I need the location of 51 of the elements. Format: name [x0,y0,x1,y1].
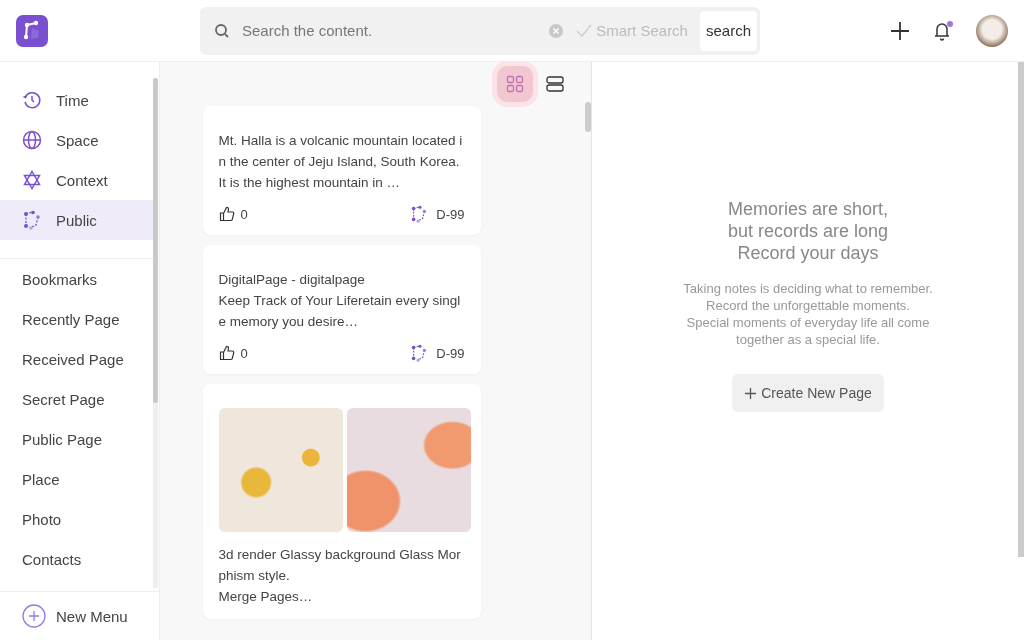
sidebar-item[interactable]: Public [0,200,153,240]
page-card[interactable]: DigitalPage - digitalpage Keep Track of Your Liferetain every single memory you desire… 0 D-99 [202,245,481,374]
thumbs-up-icon [218,345,235,361]
sidebar-item[interactable]: Secret Page [0,379,153,419]
search-input[interactable]: Search the content. [240,21,549,40]
sidebar-item[interactable]: Place [0,459,153,499]
search-icon [214,22,230,39]
check-icon [576,22,593,39]
d-day-label: D-99 [436,206,465,222]
network-icon [410,344,429,362]
search-button[interactable]: search [699,10,757,51]
grid-icon [506,75,524,93]
card-text: Merge Pages… [218,588,314,606]
like-button[interactable]: 0 [218,206,248,222]
network-icon [22,210,42,230]
scrollbar-thumb[interactable] [1018,62,1024,557]
scrollbar-thumb[interactable] [153,78,158,403]
d-day-label: D-99 [436,345,465,361]
sidebar-item[interactable]: Photo [0,499,153,539]
page-card[interactable]: Mt. Halla is a volcanic mountain located in the center of Jeju Island, South Korea. It is the highest mountain in … 0 D-99 [202,106,481,235]
card-text: DigitalPage - digitalpage [218,271,366,289]
network-icon [410,205,429,223]
empty-headline: Memories are short, but records are long Record your days [727,198,889,264]
sidebar-item[interactable]: Bookmarks [0,259,153,299]
create-page-button[interactable]: Create New Page [732,374,884,412]
avatar[interactable] [976,14,1008,47]
page-card[interactable]: 3d render Glassy background Glass Morphism style. Merge Pages… [202,384,481,619]
sidebar-item[interactable]: Public Page [0,419,153,459]
add-icon[interactable] [890,20,910,41]
thumbs-up-icon [218,206,235,222]
sidebar-item[interactable]: Space [0,120,153,160]
bell-icon[interactable] [932,19,954,42]
star-shape-icon [22,170,42,190]
globe-icon [22,130,42,150]
like-button[interactable]: 0 [218,345,248,361]
new-menu-button[interactable]: New Menu [22,604,128,628]
plus-icon [744,386,758,400]
sidebar-item[interactable]: Recently Page [0,299,153,339]
scrollbar-thumb[interactable] [585,102,591,132]
plus-circle-icon [22,604,46,628]
card-text: Mt. Halla is a volcanic mountain located in the center of Jeju Island, South Korea. It is the highest mountain in … [218,132,464,192]
card-text: 3d render Glassy background Glass Morphism style. [218,546,462,585]
sidebar-item[interactable]: Received Page [0,339,153,379]
card-text: Keep Track of Your Liferetain every single memory you desire… [218,292,462,331]
list-icon [546,75,564,93]
clock-icon [22,90,42,110]
sidebar-item[interactable]: Context [0,160,153,200]
sidebar-item[interactable]: Contacts [0,539,153,579]
empty-description: Taking notes is deciding what to remember. Record the unforgettable moments. Special moments of everyday life all come together as a special life. [683,280,933,348]
app-logo[interactable] [16,14,48,47]
sidebar-item[interactable]: Time [0,80,153,120]
